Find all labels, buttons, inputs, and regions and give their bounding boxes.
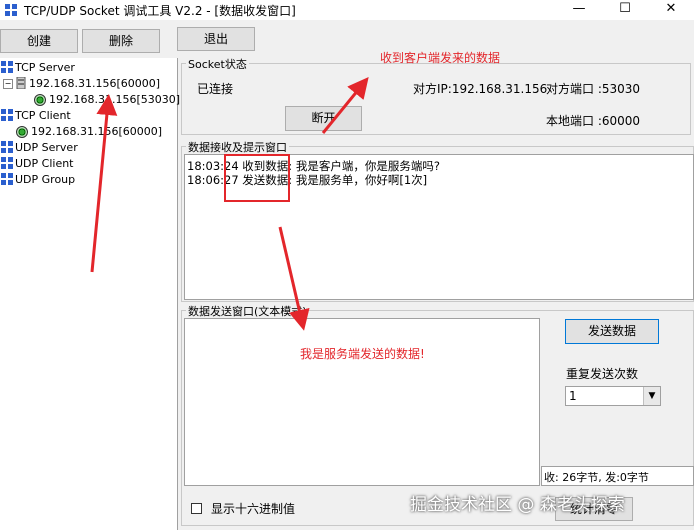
annotation-arrows <box>90 77 369 331</box>
arrow-to-received-data <box>278 226 310 331</box>
arrow-to-connection <box>90 94 118 273</box>
watermark: 掘金技术社区 @ 森老头探索 <box>410 495 625 515</box>
arrow-to-disconnect <box>321 77 369 134</box>
